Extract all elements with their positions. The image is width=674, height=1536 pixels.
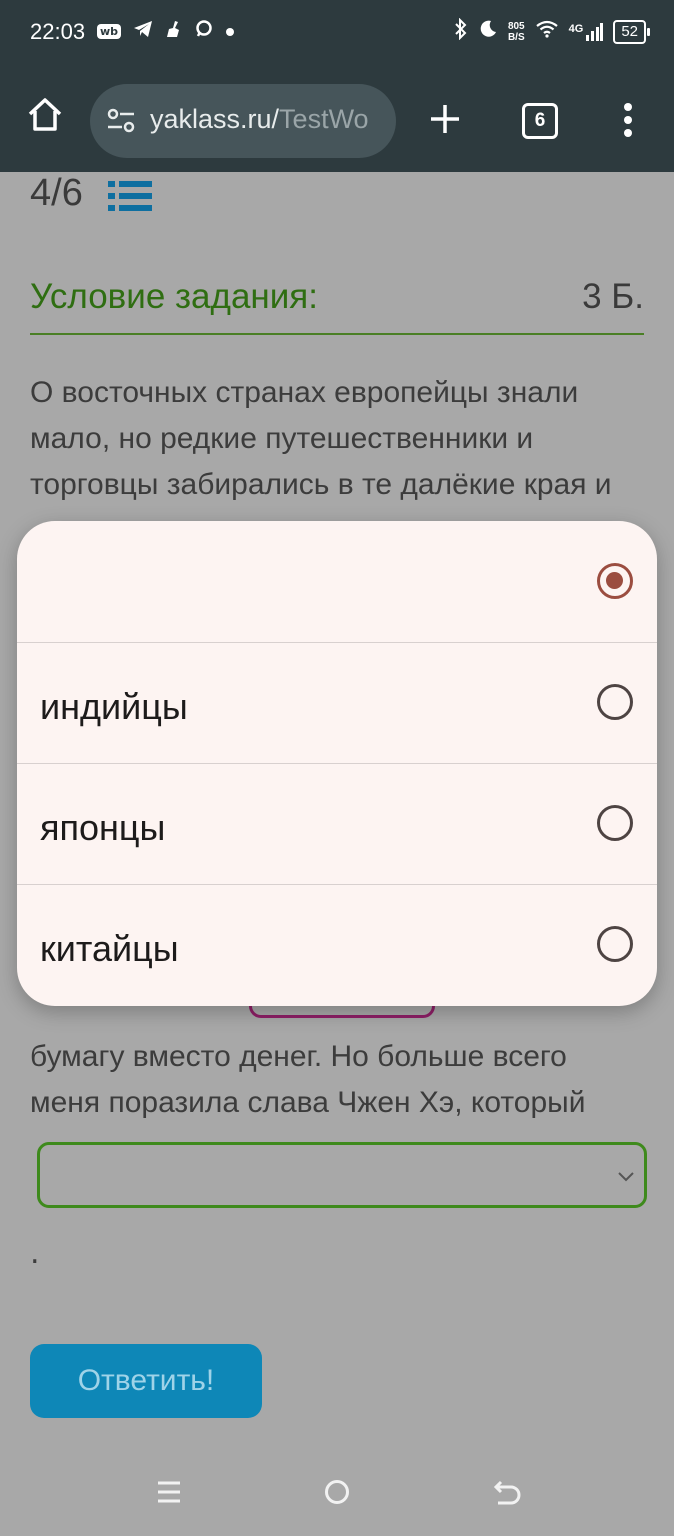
back-icon[interactable] — [492, 1478, 522, 1510]
status-bar: 22:03 wb 805 B/S 4G 52 — [0, 0, 674, 72]
new-tab-icon[interactable] — [428, 102, 462, 140]
home-nav-icon[interactable] — [323, 1478, 351, 1510]
home-icon[interactable] — [26, 96, 64, 138]
telegram-icon — [133, 20, 153, 43]
address-bar[interactable]: yaklass.ru/TestWo — [90, 84, 396, 158]
url-domain: yaklass.ru/ — [150, 104, 280, 134]
task-counter: 4/6 — [30, 172, 83, 214]
radio-unselected-icon[interactable] — [597, 926, 633, 962]
moon-icon — [478, 19, 498, 44]
answer-select-field-2[interactable] — [37, 1142, 647, 1208]
network-type: 4G — [568, 22, 584, 35]
url-path: TestWo — [279, 104, 369, 134]
task-condition-title: Условие задания: — [30, 277, 318, 316]
chevron-down-icon — [618, 1163, 634, 1187]
status-right-icons: 805 B/S 4G 52 — [454, 17, 650, 45]
speed-unit: B/S — [507, 31, 525, 43]
broom-icon — [165, 20, 183, 43]
option-chinese[interactable]: китайцы — [17, 884, 657, 1005]
radio-selected-icon[interactable] — [597, 563, 633, 599]
task-list-icon[interactable] — [108, 180, 152, 216]
option-label: китайцы — [40, 928, 179, 969]
title-divider — [30, 333, 644, 335]
task-text-paragraph-1: О восточных странах европейцы знали мало… — [30, 376, 612, 501]
radio-unselected-icon[interactable] — [597, 805, 633, 841]
wb-icon: wb — [97, 24, 122, 39]
system-nav-bar — [0, 1460, 674, 1536]
bluetooth-icon — [454, 17, 468, 45]
status-left-icons: wb — [97, 20, 235, 43]
site-settings-icon[interactable] — [106, 108, 136, 138]
sentence-period: . — [30, 1236, 40, 1271]
url-text: yaklass.ru/TestWo — [150, 104, 369, 135]
signal-icon: 4G — [568, 22, 604, 41]
dot-icon — [225, 21, 235, 42]
tab-switcher-button[interactable]: 6 — [522, 103, 558, 139]
wifi-icon — [535, 20, 559, 43]
network-speed: 805 B/S — [508, 21, 525, 43]
chat-icon — [195, 20, 213, 43]
answer-button[interactable]: Ответить! — [30, 1344, 262, 1418]
status-time: 22:03 — [30, 19, 86, 44]
speed-value: 805 — [507, 20, 525, 32]
more-menu-icon[interactable] — [622, 102, 634, 142]
option-empty[interactable] — [17, 521, 657, 643]
task-points: 3 Б. — [582, 277, 644, 316]
radio-unselected-icon[interactable] — [597, 684, 633, 720]
option-indians[interactable]: индийцы — [17, 642, 657, 764]
option-label: японцы — [40, 807, 166, 848]
option-japanese[interactable]: японцы — [17, 763, 657, 885]
battery-indicator: 52 — [613, 19, 650, 44]
task-text-paragraph-2: бумагу вместо денег. Но больше всего мен… — [30, 1040, 586, 1119]
tab-count: 6 — [534, 110, 546, 131]
option-label: индийцы — [40, 686, 188, 727]
browser-toolbar: yaklass.ru/TestWo 6 — [0, 72, 674, 172]
recent-apps-icon[interactable] — [155, 1478, 183, 1510]
select-options-dialog: индийцы японцы китайцы — [17, 521, 657, 1006]
